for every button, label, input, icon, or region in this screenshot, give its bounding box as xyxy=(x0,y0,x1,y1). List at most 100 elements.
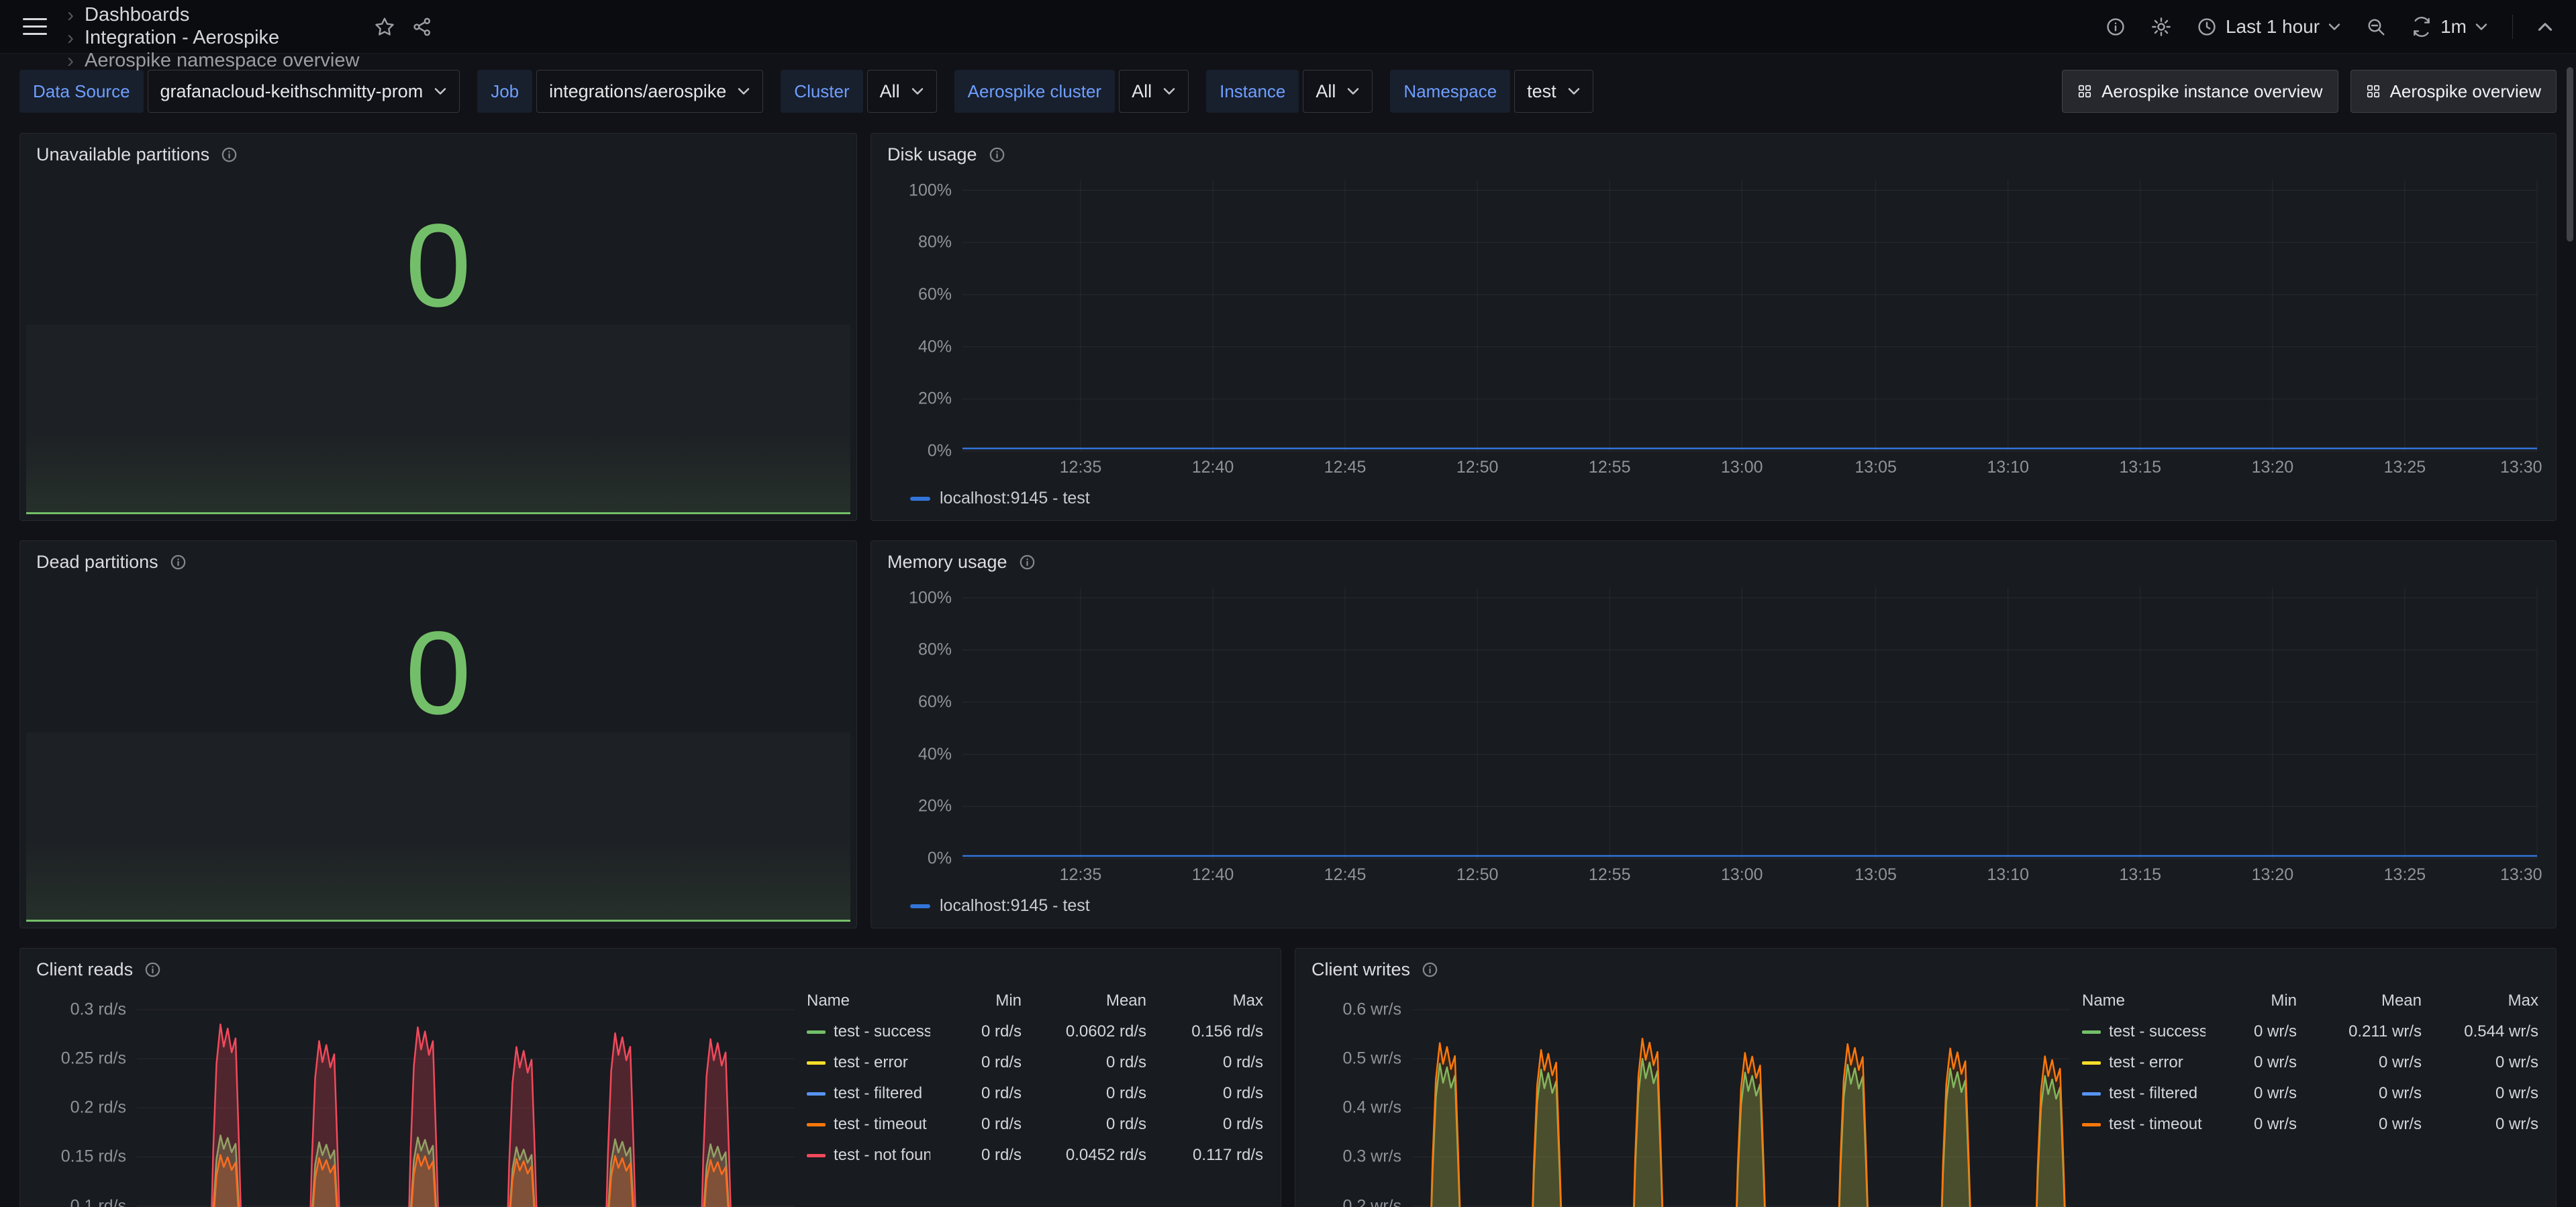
info-icon[interactable] xyxy=(1018,553,1036,571)
legend-table-row[interactable]: test - error 0 wr/s 0 wr/s 0 wr/s xyxy=(2082,1047,2538,1078)
info-icon[interactable] xyxy=(1421,961,1439,979)
breadcrumb-link[interactable]: Integration - Aerospike xyxy=(85,27,279,49)
series-mean: 0.211 wr/s xyxy=(2301,1022,2422,1041)
series-name[interactable]: test - error xyxy=(2109,1053,2183,1072)
dashboard-link-button[interactable]: Aerospike instance overview xyxy=(2062,70,2338,113)
info-icon[interactable] xyxy=(144,961,162,979)
series-name[interactable]: test - not found xyxy=(834,1146,930,1165)
panel-title[interactable]: Dead partitions xyxy=(36,552,158,573)
dashboard-link-button[interactable]: Aerospike overview xyxy=(2350,70,2557,113)
panel-title[interactable]: Unavailable partitions xyxy=(36,144,209,165)
series-name[interactable]: test - error xyxy=(834,1053,908,1072)
column-name[interactable]: Name xyxy=(2082,992,2206,1010)
variable-dropdown[interactable]: All xyxy=(1303,70,1373,113)
refresh-icon[interactable] xyxy=(2411,16,2432,38)
legend-table-row[interactable]: test - success 0 wr/s 0.211 wr/s 0.544 w… xyxy=(2082,1016,2538,1047)
panel-title[interactable]: Client reads xyxy=(36,959,133,980)
legend-table-row[interactable]: test - not found 0 rd/s 0.0452 rd/s 0.11… xyxy=(807,1140,1263,1171)
series-swatch xyxy=(910,904,930,908)
breadcrumb-item: › Aerospike namespace overview xyxy=(67,50,359,73)
variable-label[interactable]: Namespace xyxy=(1390,70,1510,113)
stat-sparkline xyxy=(26,325,850,514)
legend-table-row[interactable]: test - timeout 0 wr/s 0 wr/s 0 wr/s xyxy=(2082,1109,2538,1140)
time-range-picker[interactable]: Last 1 hour xyxy=(2196,16,2341,38)
column-max[interactable]: Max xyxy=(1150,992,1263,1010)
series-name[interactable]: test - success xyxy=(834,1022,930,1041)
y-tick-label: 0.6 wr/s xyxy=(1342,1000,1401,1019)
column-name[interactable]: Name xyxy=(807,992,930,1010)
column-max[interactable]: Max xyxy=(2426,992,2538,1010)
panel-header[interactable]: Client writes xyxy=(1295,949,2556,984)
legend-table-row[interactable]: test - error 0 rd/s 0 rd/s 0 rd/s xyxy=(807,1047,1263,1078)
variable-dropdown[interactable]: All xyxy=(867,70,937,113)
variable-dropdown[interactable]: All xyxy=(1119,70,1189,113)
series-swatch xyxy=(2082,1030,2101,1034)
series-name[interactable]: test - timeout xyxy=(2109,1115,2202,1134)
variable-label[interactable]: Cluster xyxy=(781,70,862,113)
scrollbar-thumb[interactable] xyxy=(2567,67,2573,242)
legend-table-row[interactable]: test - success 0 rd/s 0.0602 rd/s 0.156 … xyxy=(807,1016,1263,1047)
column-mean[interactable]: Mean xyxy=(2301,992,2422,1010)
settings-gear-icon[interactable] xyxy=(2150,16,2172,38)
info-icon[interactable] xyxy=(169,553,187,571)
series-name[interactable]: test - timeout xyxy=(834,1115,927,1134)
panel-title[interactable]: Disk usage xyxy=(887,144,977,165)
insights-info-icon[interactable] xyxy=(2105,16,2126,38)
refresh-picker[interactable]: 1m xyxy=(2411,16,2488,38)
variable-dropdown[interactable]: integrations/aerospike xyxy=(536,70,763,113)
client-writes-chart[interactable]: 0 wr/s0.1 wr/s0.2 wr/s0.3 wr/s0.4 wr/s0.… xyxy=(1311,991,2073,1207)
series-name[interactable]: test - success xyxy=(2109,1022,2206,1041)
disk-usage-chart[interactable]: 0%20%40%60%80%100%12:3512:4012:4512:5012… xyxy=(887,176,2540,482)
series-name[interactable]: test - filtered xyxy=(2109,1084,2197,1103)
column-min[interactable]: Min xyxy=(2210,992,2297,1010)
panel-header[interactable]: Disk usage xyxy=(871,134,2556,169)
variable-dropdown[interactable]: test xyxy=(1514,70,1593,113)
stat-body: 0 xyxy=(20,577,856,928)
menu-icon[interactable] xyxy=(23,13,47,40)
column-min[interactable]: Min xyxy=(934,992,1022,1010)
breadcrumb-link[interactable]: Home xyxy=(85,0,136,3)
breadcrumb-link[interactable]: Aerospike namespace overview xyxy=(85,50,359,72)
y-axis: 0 wr/s0.1 wr/s0.2 wr/s0.3 wr/s0.4 wr/s0.… xyxy=(1311,995,1412,1207)
legend-series-label[interactable]: localhost:9145 - test xyxy=(940,489,1090,508)
x-tick-label: 13:00 xyxy=(1721,458,1763,477)
panel-header[interactable]: Unavailable partitions xyxy=(20,134,856,169)
memory-usage-chart[interactable]: 0%20%40%60%80%100%12:3512:4012:4512:5012… xyxy=(887,583,2540,889)
panel-header[interactable]: Memory usage xyxy=(871,541,2556,577)
series-min: 0 rd/s xyxy=(934,1053,1022,1072)
column-mean[interactable]: Mean xyxy=(1026,992,1146,1010)
variable-label[interactable]: Instance xyxy=(1206,70,1299,113)
share-icon[interactable] xyxy=(411,16,433,38)
info-icon[interactable] xyxy=(988,146,1006,164)
series-name[interactable]: test - filtered xyxy=(834,1084,922,1103)
stat-value: 0 xyxy=(20,207,856,325)
panel-title[interactable]: Client writes xyxy=(1311,959,1410,980)
apps-grid-icon xyxy=(2366,84,2381,99)
x-tick-label: 13:20 xyxy=(2252,458,2294,477)
panel-header[interactable]: Dead partitions xyxy=(20,541,856,577)
legend-table-row[interactable]: test - timeout 0 rd/s 0 rd/s 0 rd/s xyxy=(807,1109,1263,1140)
variable-dropdown[interactable]: grafanacloud-keithschmitty-prom xyxy=(148,70,460,113)
breadcrumb-link[interactable]: Dashboards xyxy=(85,4,189,26)
info-icon[interactable] xyxy=(220,146,238,164)
series-min: 0 rd/s xyxy=(934,1115,1022,1134)
variable-label[interactable]: Data Source xyxy=(19,70,144,113)
variable-label[interactable]: Job xyxy=(477,70,532,113)
legend-table-row[interactable]: test - filtered 0 wr/s 0 wr/s 0 wr/s xyxy=(2082,1078,2538,1109)
series-max: 0 wr/s xyxy=(2426,1115,2538,1134)
star-icon[interactable] xyxy=(374,16,395,38)
zoom-out-icon[interactable] xyxy=(2365,16,2387,38)
series-mean: 0 wr/s xyxy=(2301,1053,2422,1072)
legend-series-label[interactable]: localhost:9145 - test xyxy=(940,896,1090,916)
collapse-chevron-up-icon[interactable] xyxy=(2537,21,2553,33)
y-axis: 0 rd/s0.05 rd/s0.1 rd/s0.15 rd/s0.2 rd/s… xyxy=(36,995,137,1207)
variable-label[interactable]: Aerospike cluster xyxy=(954,70,1115,113)
client-reads-chart[interactable]: 0 rd/s0.05 rd/s0.1 rd/s0.15 rd/s0.2 rd/s… xyxy=(36,991,797,1207)
template-variable: Namespace test xyxy=(1390,70,1593,113)
panel-header[interactable]: Client reads xyxy=(20,949,1281,984)
x-tick-label: 13:15 xyxy=(2120,865,2162,885)
panel-client-writes: Client writes 0 wr/s0.1 wr/s0.2 wr/s0.3 … xyxy=(1295,948,2557,1207)
legend-table-row[interactable]: test - filtered 0 rd/s 0 rd/s 0 rd/s xyxy=(807,1078,1263,1109)
y-tick-label: 100% xyxy=(909,181,952,200)
panel-title[interactable]: Memory usage xyxy=(887,552,1007,573)
